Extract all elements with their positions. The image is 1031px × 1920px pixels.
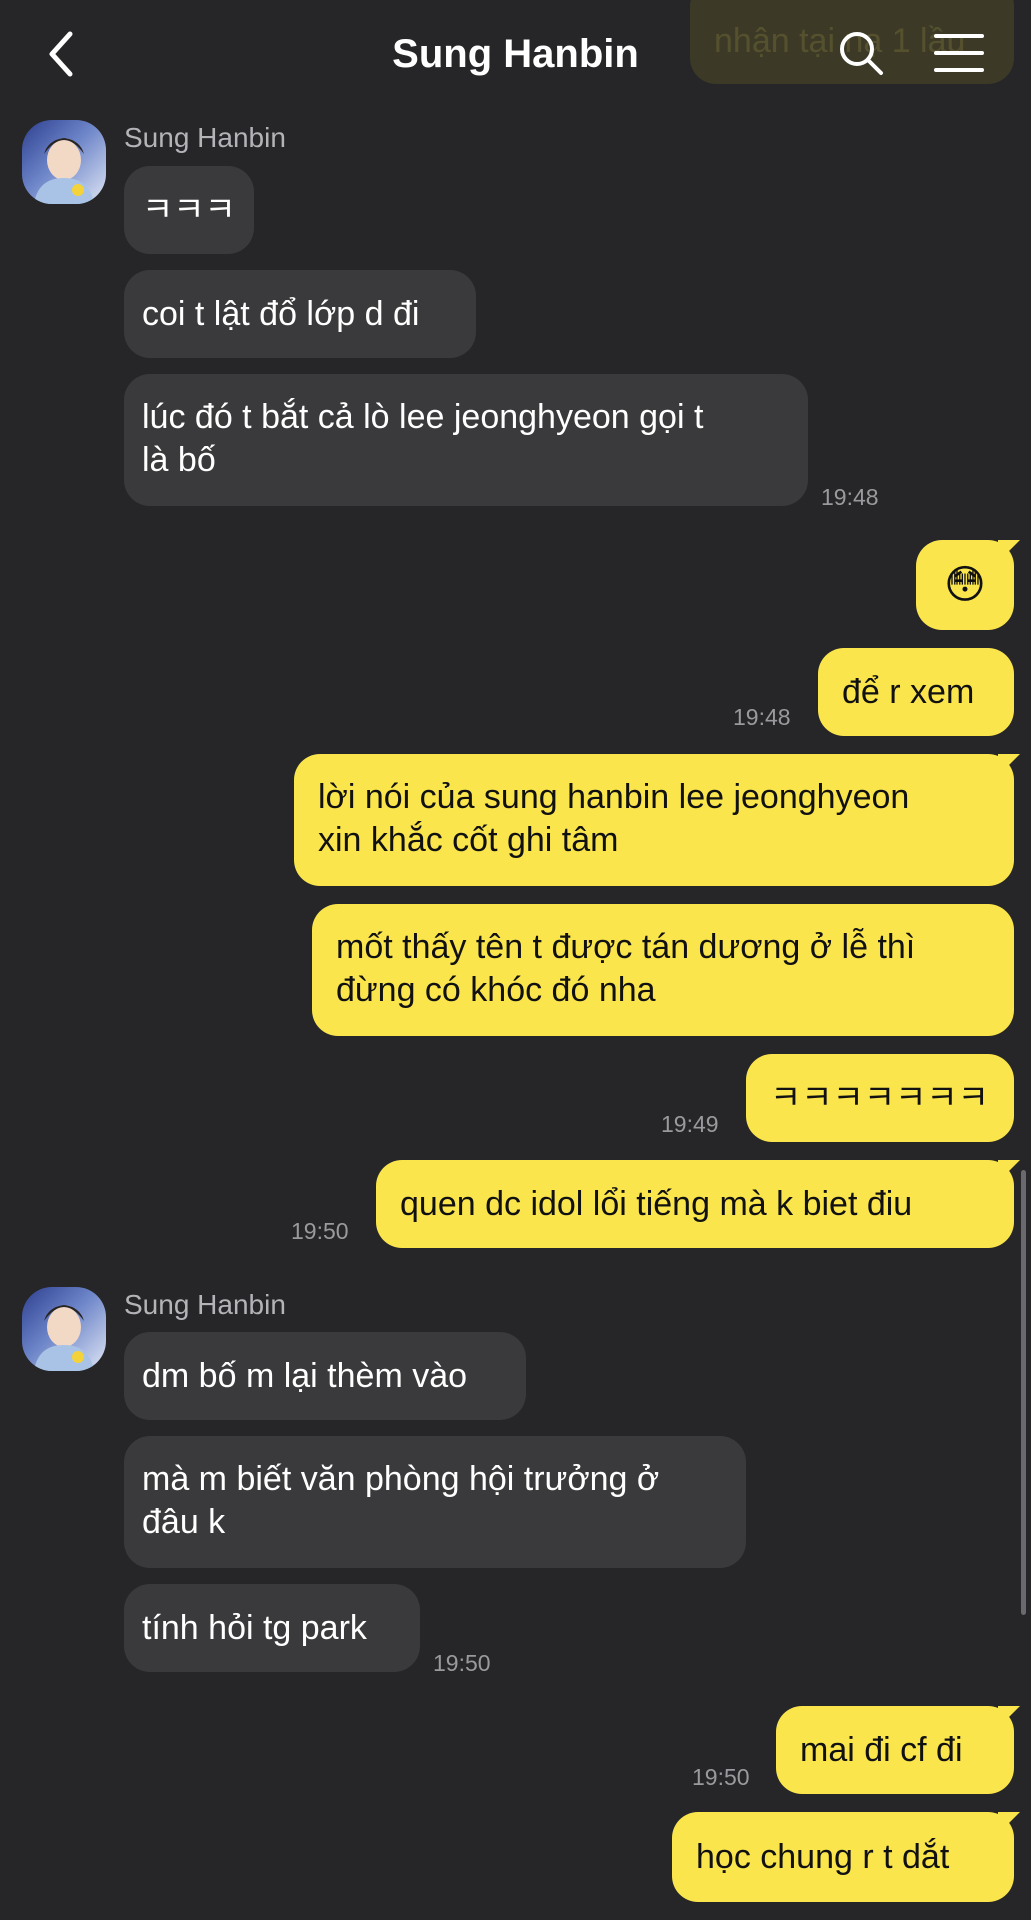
message-time: 19:48 [821,484,879,510]
message-bubble[interactable]: học chung r t dắt [672,1812,1020,1902]
sender-name: Sung Hanbin [124,122,286,153]
message-time: 19:50 [433,1650,491,1676]
message-text-line: lời nói của sung hanbin lee jeonghyeon [318,778,910,816]
flushed-face-emoji: 😳 [944,562,986,607]
message-text: để r xem [842,672,975,711]
message-text: quen dc idol lổi tiếng mà k biet điu [400,1184,913,1223]
message-text-line: xin khắc cốt ghi tâm [318,821,619,859]
message-bubble[interactable]: mai đi cf đi [776,1706,1020,1794]
hamburger-menu-icon [934,34,984,72]
search-button[interactable] [836,28,886,78]
message-time: 19:49 [661,1111,719,1137]
message-text-line: là bố [142,441,216,479]
message-bubble[interactable]: ㅋㅋㅋ [124,166,254,254]
message-time: 19:48 [733,704,791,730]
sender-name: Sung Hanbin [124,1289,286,1320]
chat-header: Sung Hanbin [0,0,1031,108]
message-text: coi t lật đổ lớp d đi [142,294,420,333]
message-bubble[interactable]: mốt thấy tên t được tán dương ở lễ thì đ… [312,904,1014,1036]
menu-button[interactable] [934,32,984,74]
message-text-line: đừng có khóc đó nha [336,971,656,1009]
message-text-line: mà m biết văn phòng hội trưởng ở [142,1460,660,1498]
message-bubble[interactable]: 😳 [916,540,1020,630]
search-icon [840,32,883,75]
avatar[interactable] [22,1287,106,1371]
message-bubble[interactable]: mà m biết văn phòng hội trưởng ở đâu k [124,1436,746,1568]
message-bubble[interactable]: dm bố m lại thèm vào [124,1332,526,1420]
profile-photo-icon [34,138,94,204]
message-bubble[interactable]: tính hỏi tg park [124,1584,420,1672]
message-time: 19:50 [291,1218,349,1244]
message-text: dm bố m lại thèm vào [142,1356,468,1395]
scrollbar[interactable] [1021,1170,1026,1615]
message-bubble[interactable]: coi t lật đổ lớp d đi [124,270,476,358]
avatar[interactable] [22,120,106,204]
message-text-line: lúc đó t bắt cả lò lee jeonghyeon gọi t [142,398,704,436]
message-text: ㅋㅋㅋ [142,190,236,229]
message-text: học chung r t dắt [696,1837,950,1876]
profile-photo-icon [34,1305,94,1371]
message-text: ㅋㅋㅋㅋㅋㅋㅋ [770,1078,989,1117]
message-text: mai đi cf đi [800,1730,963,1769]
message-bubble[interactable]: lúc đó t bắt cả lò lee jeonghyeon gọi t … [124,374,808,506]
message-text: tính hỏi tg park [142,1608,367,1647]
message-text-line: đâu k [142,1503,226,1541]
message-bubble[interactable]: để r xem [818,648,1014,736]
message-text-line: mốt thấy tên t được tán dương ở lễ thì [336,928,916,966]
message-time: 19:50 [692,1764,750,1790]
message-bubble[interactable]: ㅋㅋㅋㅋㅋㅋㅋ [746,1054,1014,1142]
message-bubble[interactable]: lời nói của sung hanbin lee jeonghyeon x… [294,754,1020,886]
message-bubble[interactable]: quen dc idol lổi tiếng mà k biet điu [376,1160,1020,1248]
